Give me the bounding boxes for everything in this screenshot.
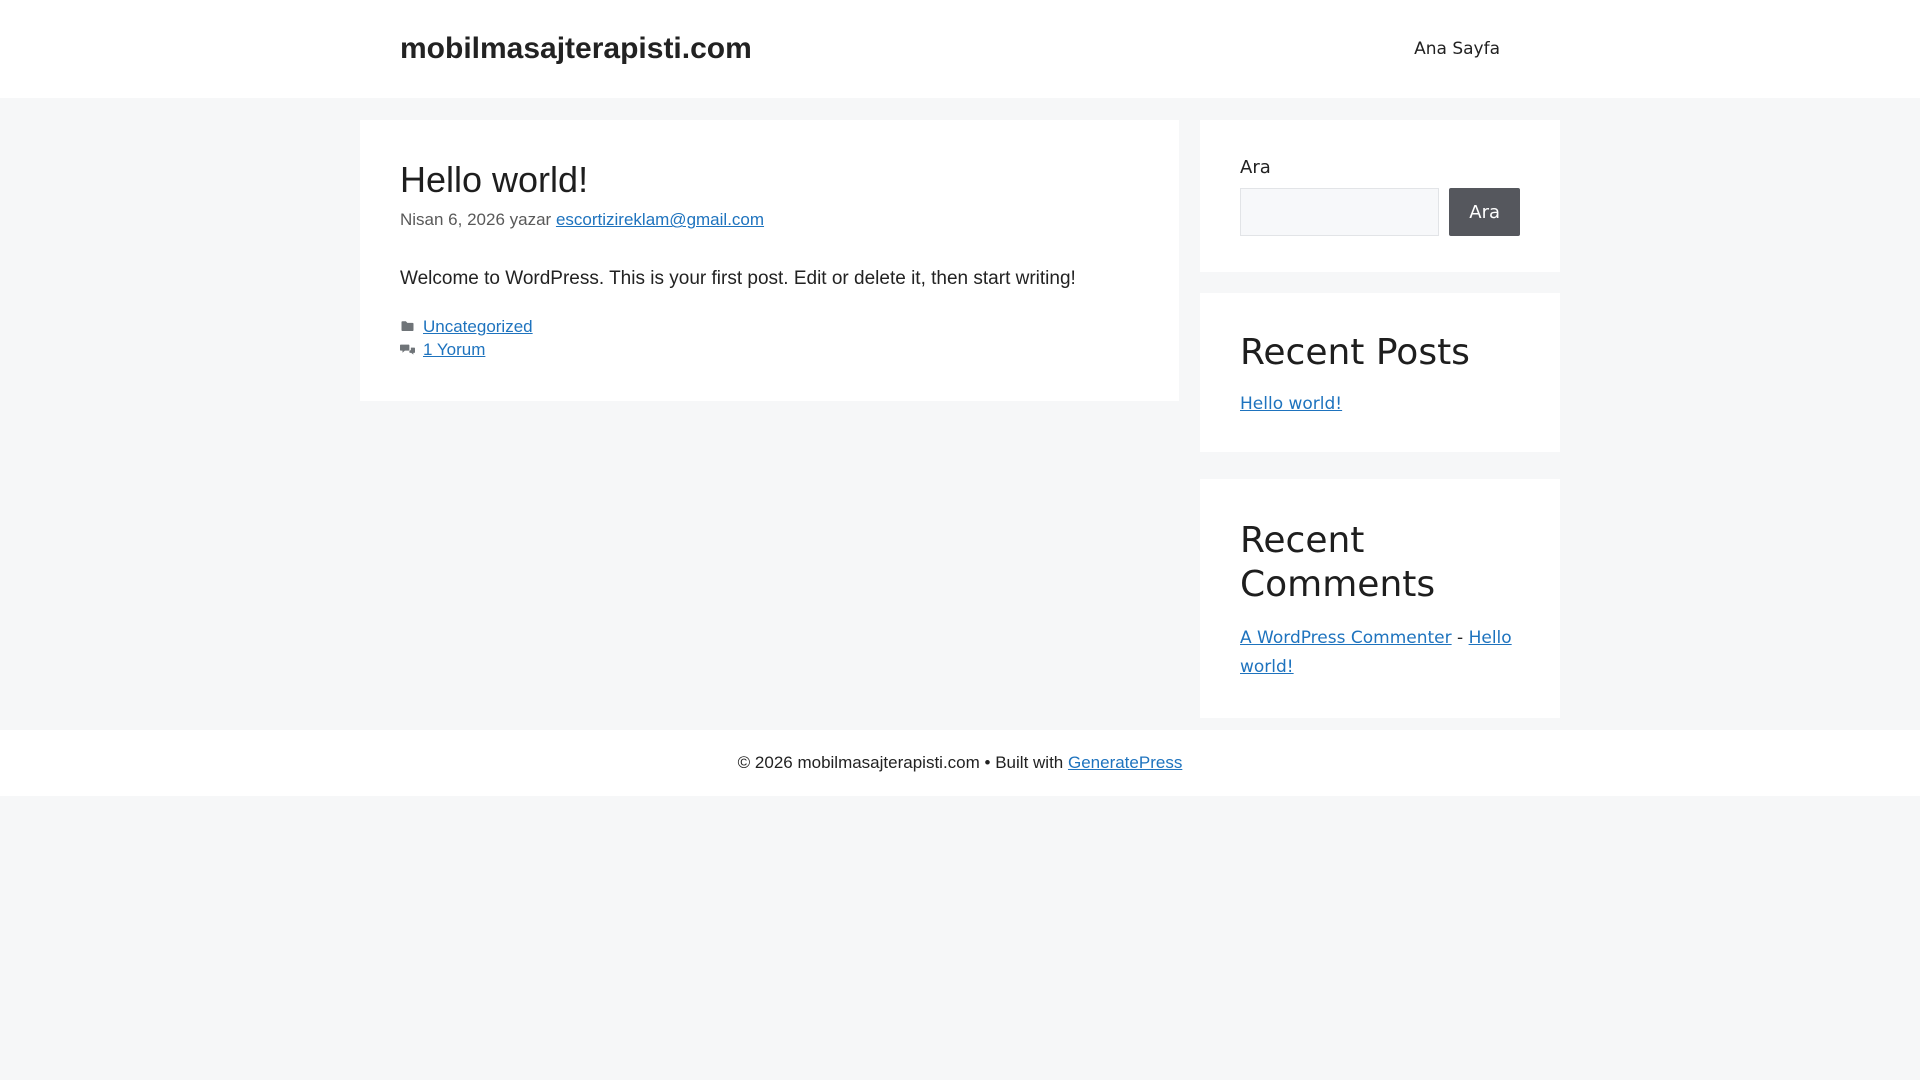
list-item: A WordPress Commenter - Hello world! — [1240, 624, 1520, 682]
search-input[interactable] — [1240, 188, 1440, 236]
site-title-link[interactable]: mobilmasajterapisti.com — [400, 32, 752, 66]
category-link[interactable]: Uncategorized — [423, 315, 533, 338]
nav-item-ana-sayfa[interactable]: Ana Sayfa — [1394, 0, 1520, 98]
content-area: Hello world! Nisan 6, 2026 yazar escorti… — [360, 98, 1560, 718]
generatepress-link[interactable]: GeneratePress — [1068, 753, 1182, 772]
main-column: Hello world! Nisan 6, 2026 yazar escorti… — [360, 120, 1179, 402]
footer-text: © 2026 mobilmasajterapisti.com • Built w… — [0, 753, 1920, 773]
recent-posts-list: Hello world! — [1240, 392, 1520, 416]
header-container: mobilmasajterapisti.com Ana Sayfa — [360, 0, 1560, 98]
site-header: mobilmasajterapisti.com Ana Sayfa — [0, 0, 1920, 98]
comment-separator: - — [1451, 627, 1469, 648]
folder-icon — [401, 321, 414, 332]
speech-bubbles-icon — [400, 344, 415, 355]
search-form: Ara — [1240, 188, 1520, 236]
recent-posts-title: Recent Posts — [1240, 332, 1470, 373]
footer-separator: • — [984, 752, 991, 772]
site-footer: © 2026 mobilmasajterapisti.com • Built w… — [0, 729, 1920, 796]
comment-author-link[interactable]: A WordPress Commenter — [1240, 628, 1452, 648]
search-button[interactable]: Ara — [1449, 188, 1520, 236]
post-by-label: yazar — [509, 210, 552, 230]
post-footer-meta: Uncategorized 1 Yorum — [400, 315, 1139, 361]
post-date: Nisan 6, 2026 — [400, 210, 505, 230]
recent-comments-widget: Recent Comments A WordPress Commenter - … — [1200, 478, 1560, 718]
recent-comments-list: A WordPress Commenter - Hello world! — [1240, 624, 1520, 682]
comments-link[interactable]: 1 Yorum — [423, 338, 485, 361]
search-widget: Ara Ara — [1200, 120, 1560, 272]
post-card: Hello world! Nisan 6, 2026 yazar escorti… — [360, 120, 1179, 402]
page: mobilmasajterapisti.com Ana Sayfa Hello … — [0, 0, 1920, 796]
sidebar: Ara Ara Recent Posts Hello world! Recent… — [1200, 120, 1560, 718]
built-with-text: Built with — [995, 752, 1064, 772]
recent-posts-widget: Recent Posts Hello world! — [1200, 293, 1560, 452]
post-content: Welcome to WordPress. This is your first… — [400, 267, 1076, 289]
post-meta: Nisan 6, 2026 yazar escortizireklam@gmai… — [400, 207, 1139, 233]
search-label: Ara — [1240, 157, 1271, 178]
list-item: Hello world! — [1240, 392, 1520, 416]
recent-comments-title: Recent Comments — [1240, 519, 1436, 605]
category-row: Uncategorized — [400, 315, 1139, 338]
comments-row: 1 Yorum — [400, 338, 1139, 361]
recent-post-link[interactable]: Hello world! — [1240, 394, 1342, 414]
main-nav: Ana Sayfa — [1394, 0, 1520, 98]
post-author-link[interactable]: escortizireklam@gmail.com — [556, 210, 764, 229]
copyright-text: © 2026 mobilmasajterapisti.com — [737, 752, 980, 772]
post-title: Hello world! — [400, 159, 589, 200]
